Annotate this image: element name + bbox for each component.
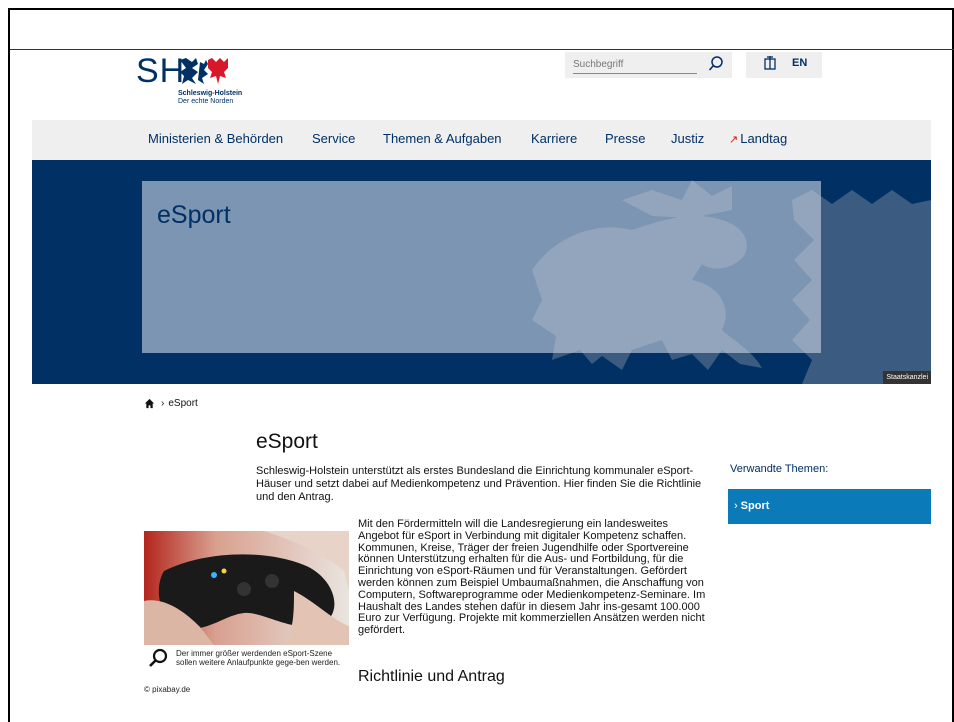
nav-item-presse[interactable]: Presse	[605, 131, 645, 146]
intro-text: Schleswig-Holstein unterstützt als erste…	[256, 465, 702, 503]
crest-icon	[180, 58, 228, 84]
breadcrumb-current: eSport	[168, 398, 198, 409]
page-title: eSport	[256, 430, 318, 453]
related-item-label: Sport	[740, 500, 770, 512]
search-input[interactable]	[573, 56, 697, 74]
logo-tagline: Der echte Norden	[178, 98, 234, 105]
hero-banner: eSport Staatskanzlei	[32, 160, 931, 384]
nav-item-service[interactable]: Service	[312, 131, 355, 146]
nav-item-justiz[interactable]: Justiz	[671, 131, 704, 146]
image-copyright: © pixabay.de	[144, 685, 191, 694]
gamepad-photo	[144, 531, 349, 645]
nav-item-ministerien[interactable]: Ministerien & Behörden	[148, 131, 283, 146]
zoom-icon[interactable]	[148, 648, 168, 668]
chevron-right-icon: ›	[734, 500, 738, 512]
breadcrumb-separator-icon: ›	[161, 398, 165, 409]
image-caption: Der immer größer werdenden eSport-Szene …	[176, 649, 341, 667]
section-heading-richtlinie: Richtlinie und Antrag	[358, 668, 505, 685]
logo-name: Schleswig-Holstein	[178, 90, 243, 97]
hero-title: eSport	[157, 201, 231, 229]
home-icon[interactable]	[144, 398, 155, 409]
related-topics-title: Verwandte Themen:	[730, 463, 829, 475]
frame-divider	[10, 49, 954, 50]
related-item-sport[interactable]: › Sport	[728, 489, 931, 524]
language-label: EN	[792, 57, 808, 69]
breadcrumb: › eSport	[144, 398, 198, 409]
search-icon[interactable]	[707, 55, 725, 73]
nav-item-landtag-label: Landtag	[740, 131, 788, 146]
main-nav: Ministerien & Behörden Service Themen & …	[32, 120, 931, 160]
hero-title-box: eSport	[142, 181, 821, 353]
nav-item-themen[interactable]: Themen & Aufgaben	[383, 131, 502, 146]
language-switch[interactable]: EN	[746, 52, 822, 78]
image-credit: Staatskanzlei	[883, 371, 931, 384]
nav-item-landtag[interactable]: ↗ Landtag	[729, 131, 787, 146]
external-link-icon: ↗	[729, 134, 739, 146]
site-logo[interactable]: SH Schleswig-Holstein Der echte Norden	[136, 52, 276, 108]
body-text: Mit den Fördermitteln will die Landesreg…	[358, 518, 706, 637]
search-box	[565, 52, 732, 78]
article-image[interactable]	[144, 531, 349, 645]
translate-icon	[764, 56, 776, 70]
nav-item-karriere[interactable]: Karriere	[531, 131, 577, 146]
